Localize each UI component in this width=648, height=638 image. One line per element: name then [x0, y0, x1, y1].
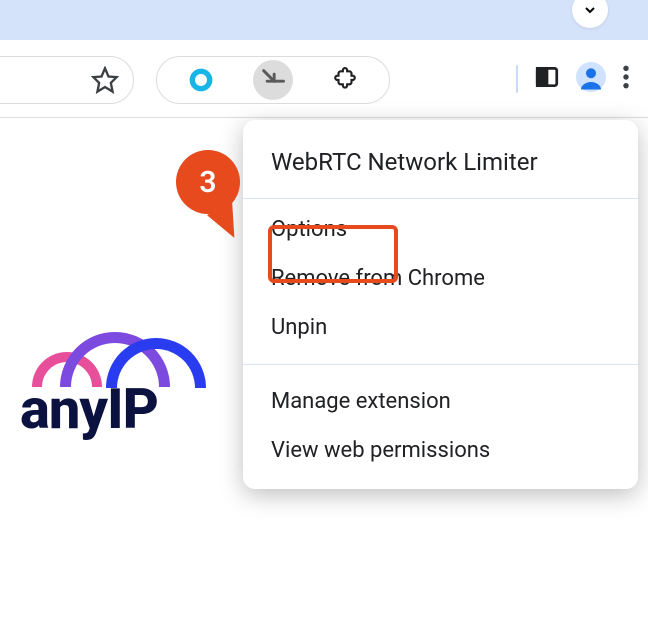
menu-separator: [243, 364, 638, 365]
side-panel-icon: [534, 64, 560, 90]
chevron-down-icon: [582, 2, 598, 18]
profile-icon: [576, 62, 606, 92]
menu-item-permissions[interactable]: View web permissions: [243, 426, 638, 475]
menu-item-unpin[interactable]: Unpin: [243, 303, 638, 352]
overflow-menu-icon: [622, 64, 630, 90]
overflow-menu-button[interactable]: [622, 64, 630, 94]
menu-item-manage[interactable]: Manage extension: [243, 377, 638, 426]
extension-arrow-button[interactable]: [253, 60, 293, 100]
anyip-logo: anyIP: [20, 334, 235, 442]
arrow-extension-icon: [259, 66, 287, 94]
extension-circle-button[interactable]: [181, 60, 221, 100]
extension-context-menu: WebRTC Network Limiter Options Remove fr…: [243, 120, 638, 489]
address-bar-segment[interactable]: [0, 56, 134, 104]
star-icon[interactable]: [91, 66, 119, 94]
circle-extension-icon: [188, 67, 214, 93]
menu-group-2: Manage extension View web permissions: [243, 371, 638, 481]
side-panel-button[interactable]: [534, 64, 560, 94]
browser-toolbar: [0, 40, 648, 118]
extensions-button[interactable]: [325, 60, 365, 100]
extensions-pill: [156, 56, 390, 104]
menu-group-1: Options Remove from Chrome Unpin: [243, 199, 638, 358]
menu-item-remove[interactable]: Remove from Chrome: [243, 254, 638, 303]
browser-top-band: [0, 0, 648, 40]
tab-overflow-button[interactable]: [572, 0, 608, 28]
menu-title: WebRTC Network Limiter: [243, 128, 638, 199]
extensions-icon: [332, 67, 358, 93]
logo-arcs: [20, 334, 235, 384]
toolbar-right-group: [516, 62, 630, 96]
menu-item-options[interactable]: Options: [243, 205, 638, 254]
step-badge: 3: [176, 150, 240, 214]
profile-button[interactable]: [576, 62, 606, 96]
toolbar-separator: [516, 65, 518, 93]
